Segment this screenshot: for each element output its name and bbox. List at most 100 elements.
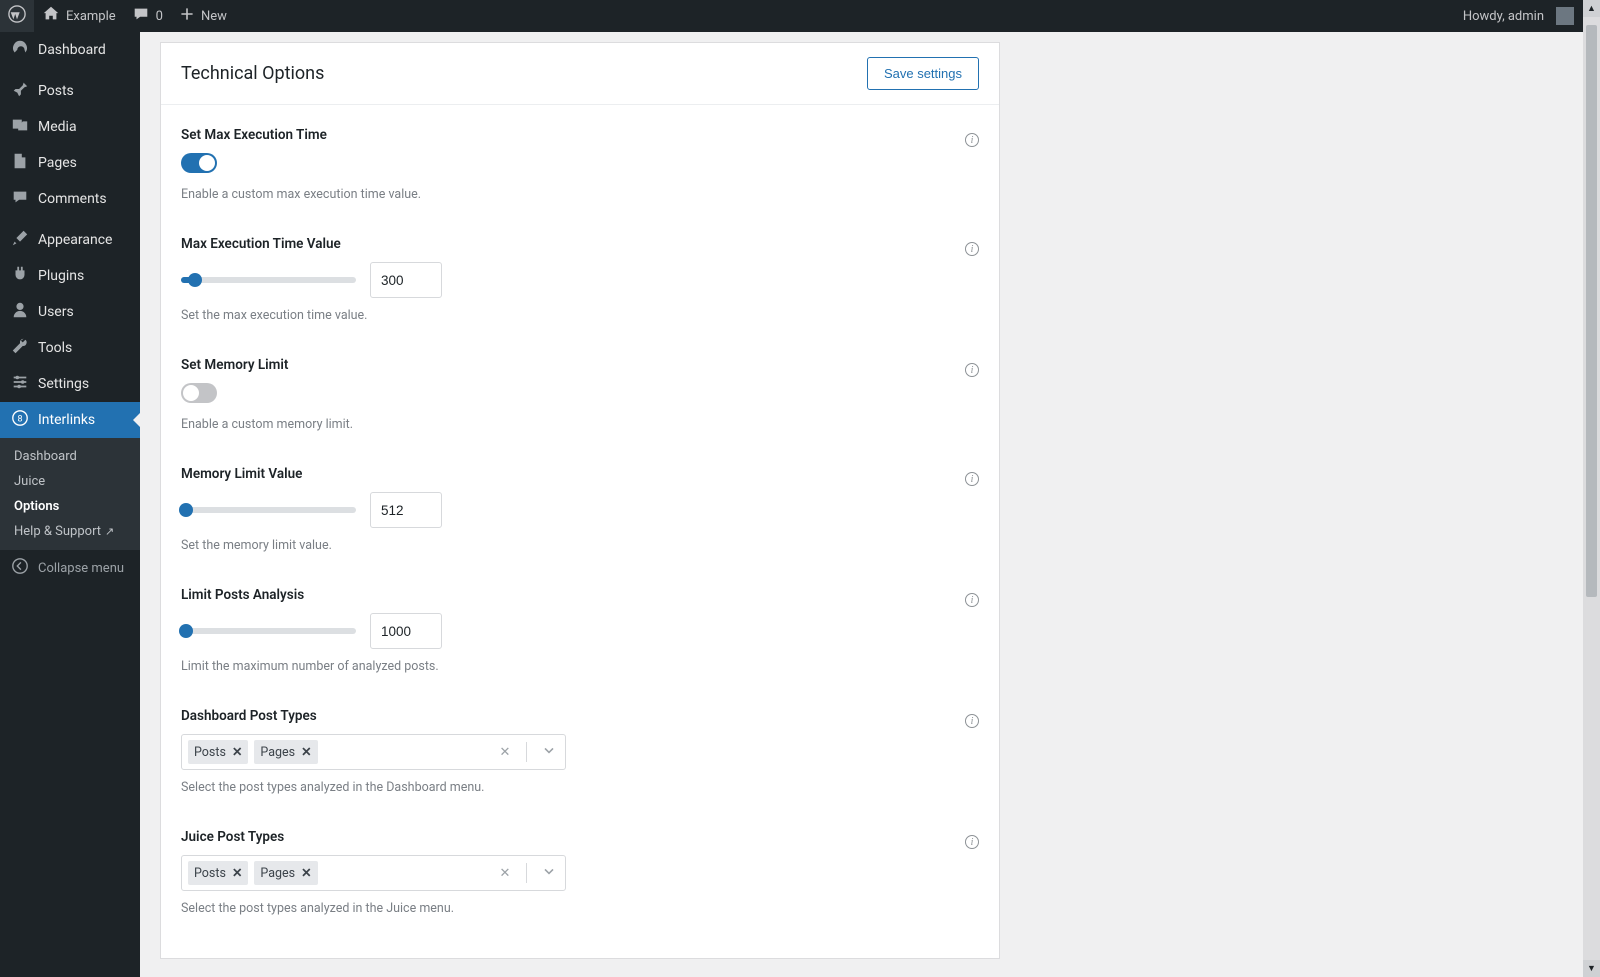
input-max-exec[interactable] [370, 262, 442, 298]
field-title: Juice Post Types [181, 829, 979, 845]
sidebar-label: Tools [38, 340, 72, 356]
sidebar-item-pages[interactable]: Pages [0, 145, 140, 181]
sidebar-item-tools[interactable]: Tools [0, 330, 140, 366]
dashboard-icon [10, 39, 30, 61]
save-settings-button[interactable]: Save settings [867, 57, 979, 90]
sub-item-options[interactable]: Options [0, 494, 140, 519]
admin-bar: Example 0 New Howdy, admin [0, 0, 1600, 32]
sidebar-item-comments[interactable]: Comments [0, 181, 140, 217]
info-icon[interactable]: i [965, 593, 979, 607]
sidebar-item-interlinks[interactable]: 8 Interlinks [0, 402, 140, 438]
input-mem-limit[interactable] [370, 492, 442, 528]
sidebar-item-media[interactable]: Media [0, 109, 140, 145]
slider-max-exec[interactable] [181, 277, 356, 283]
scrollbar-down-arrow[interactable]: ▼ [1583, 960, 1600, 977]
sub-item-juice[interactable]: Juice [0, 469, 140, 494]
remove-tag-icon[interactable]: ✕ [301, 865, 311, 881]
home-icon [42, 5, 60, 27]
tag-label: Posts [194, 745, 226, 760]
interlinks-icon: 8 [10, 409, 30, 431]
sidebar-label: Appearance [38, 232, 112, 248]
card-title: Technical Options [181, 63, 324, 84]
field-set-max-exec: Set Max Execution Time Enable a custom m… [181, 127, 979, 202]
info-icon[interactable]: i [965, 133, 979, 147]
adminbar-comments[interactable]: 0 [124, 0, 171, 32]
field-max-exec-value: Max Execution Time Value Set the max exe… [181, 236, 979, 323]
sidebar-label: Dashboard [38, 42, 106, 58]
wrench-icon [10, 337, 30, 359]
comments-icon [10, 188, 30, 210]
field-title: Memory Limit Value [181, 466, 979, 482]
field-desc: Enable a custom max execution time value… [181, 187, 979, 202]
clear-all-icon[interactable]: ✕ [490, 866, 520, 881]
slider-limit-posts[interactable] [181, 628, 356, 634]
field-desc: Select the post types analyzed in the Ju… [181, 901, 979, 916]
adminbar-new[interactable]: New [171, 0, 235, 32]
input-limit-posts[interactable] [370, 613, 442, 649]
dropdown-caret-icon[interactable] [533, 742, 565, 762]
info-icon[interactable]: i [965, 363, 979, 377]
sidebar-item-appearance[interactable]: Appearance [0, 222, 140, 258]
remove-tag-icon[interactable]: ✕ [232, 865, 242, 881]
field-desc: Set the max execution time value. [181, 308, 979, 323]
toggle-set-mem-limit[interactable] [181, 383, 217, 403]
remove-tag-icon[interactable]: ✕ [301, 744, 311, 760]
sidebar-item-users[interactable]: Users [0, 294, 140, 330]
media-icon [10, 116, 30, 138]
collapse-label: Collapse menu [38, 561, 124, 576]
select-juice-pt[interactable]: Posts✕ Pages ✕ ✕ [181, 855, 566, 891]
adminbar-wp-logo[interactable] [0, 0, 34, 32]
sub-item-dashboard[interactable]: Dashboard [0, 444, 140, 469]
sidebar-item-settings[interactable]: Settings [0, 366, 140, 402]
sidebar-label: Interlinks [38, 412, 95, 428]
info-icon[interactable]: i [965, 242, 979, 256]
sidebar-label: Comments [38, 191, 107, 207]
info-icon[interactable]: i [965, 835, 979, 849]
adminbar-site-name: Example [66, 9, 116, 24]
adminbar-account[interactable]: Howdy, admin [1455, 0, 1582, 32]
tag-label: Pages [260, 745, 295, 760]
avatar [1556, 7, 1574, 25]
plus-icon [179, 6, 195, 26]
tag-posts[interactable]: Posts✕ [188, 861, 248, 885]
sub-label: Help & Support [14, 524, 101, 539]
sidebar-item-posts[interactable]: Posts [0, 73, 140, 109]
pin-icon [10, 80, 30, 102]
sidebar-label: Media [38, 119, 77, 135]
tag-pages[interactable]: Pages ✕ [254, 740, 317, 764]
brush-icon [10, 229, 30, 251]
select-dashboard-pt[interactable]: Posts ✕ Pages ✕ ✕ [181, 734, 566, 770]
sidebar-label: Posts [38, 83, 74, 99]
collapse-menu[interactable]: Collapse menu [0, 550, 140, 586]
remove-tag-icon[interactable]: ✕ [232, 744, 242, 760]
adminbar-comment-count: 0 [156, 9, 163, 24]
wp-logo-icon [8, 5, 26, 27]
scrollbar-vertical[interactable]: ▲ ▼ [1583, 0, 1600, 977]
collapse-icon [10, 557, 30, 579]
sub-label: Juice [14, 474, 45, 489]
sidebar-item-dashboard[interactable]: Dashboard [0, 32, 140, 68]
comment-icon [132, 5, 150, 27]
info-icon[interactable]: i [965, 472, 979, 486]
sidebar-label: Users [38, 304, 74, 320]
field-title: Limit Posts Analysis [181, 587, 979, 603]
technical-options-card: Technical Options Save settings Set Max … [160, 42, 1000, 959]
dropdown-caret-icon[interactable] [533, 863, 565, 883]
adminbar-site-link[interactable]: Example [34, 0, 124, 32]
admin-sidebar: Dashboard Posts Media Pages Comments App… [0, 32, 140, 977]
sidebar-label: Settings [38, 376, 89, 392]
info-icon[interactable]: i [965, 714, 979, 728]
sidebar-item-plugins[interactable]: Plugins [0, 258, 140, 294]
sub-item-help[interactable]: Help & Support↗ [0, 519, 140, 544]
clear-all-icon[interactable]: ✕ [490, 745, 520, 760]
tag-posts[interactable]: Posts ✕ [188, 740, 248, 764]
slider-mem-limit[interactable] [181, 507, 356, 513]
tag-label: Pages [260, 866, 295, 881]
scrollbar-thumb[interactable] [1586, 25, 1597, 597]
sidebar-label: Pages [38, 155, 77, 171]
toggle-set-max-exec[interactable] [181, 153, 217, 173]
scrollbar-up-arrow[interactable]: ▲ [1583, 0, 1600, 17]
tag-pages[interactable]: Pages ✕ [254, 861, 317, 885]
plug-icon [10, 265, 30, 287]
field-title: Set Max Execution Time [181, 127, 979, 143]
